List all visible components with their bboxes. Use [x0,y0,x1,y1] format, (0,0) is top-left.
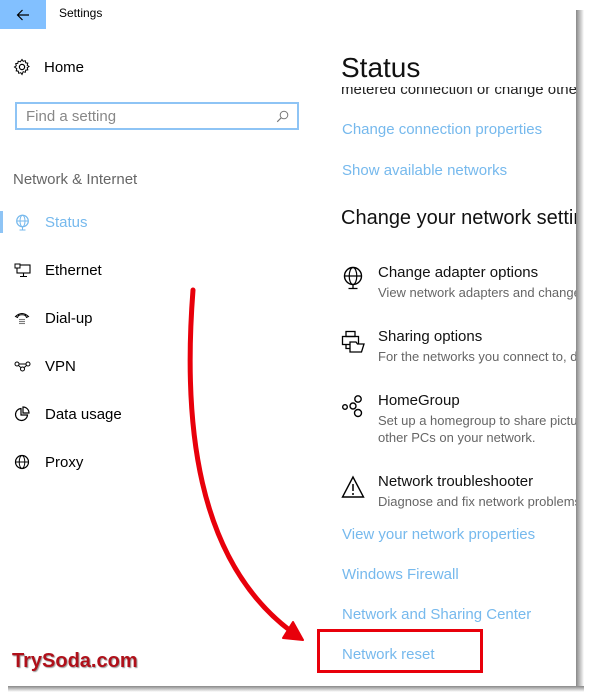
sidebar-item-label: Status [45,213,88,231]
settings-window: Settings Home Network & Internet Status … [0,0,576,686]
sidebar-item-label: Ethernet [45,261,102,279]
option-title: HomeGroup [378,392,460,409]
clipped-description: metered connection or change other [341,87,576,98]
sidebar-item-ethernet[interactable]: Ethernet [0,255,300,285]
section-label: Network & Internet [13,171,138,188]
sidebar-item-label: Data usage [45,405,122,423]
homegroup-option[interactable]: HomeGroup Set up a homegroup to share pi… [341,392,576,448]
option-title: Network troubleshooter [378,473,534,490]
warning-icon [341,475,365,498]
sidebar-item-data-usage[interactable]: Data usage [0,399,300,429]
home-label: Home [44,58,85,76]
sidebar-home[interactable]: Home [13,58,84,76]
sharing-options[interactable]: Sharing options For the networks you con… [341,328,576,368]
network-sharing-center-link[interactable]: Network and Sharing Center [342,606,531,623]
option-description: View network adapters and change connect… [378,285,576,300]
window-shadow [8,686,584,692]
title-bar: Settings [0,0,576,29]
search-input[interactable] [26,107,246,125]
printer-folder-icon [341,330,365,353]
search-box[interactable] [15,102,299,130]
network-troubleshooter[interactable]: Network troubleshooter Diagnose and fix … [341,473,576,513]
change-connection-properties-link[interactable]: Change connection properties [342,121,542,138]
sidebar-item-label: VPN [45,357,76,375]
option-title: Change adapter options [378,264,539,281]
search-icon[interactable] [276,110,289,123]
windows-firewall-link[interactable]: Windows Firewall [342,566,459,583]
ethernet-icon [13,261,31,279]
option-description: Set up a homegroup to share pictu other P… [378,413,576,445]
gear-icon [13,58,30,76]
phone-icon [13,309,31,327]
globe-monitor-icon [343,266,363,290]
sidebar-item-label: Proxy [45,453,84,471]
change-adapter-options[interactable]: Change adapter options View network adap… [341,264,576,304]
section-heading: Change your network settings [341,207,576,229]
sidebar-item-label: Dial-up [45,309,93,327]
option-description: Diagnose and fix network problems. [378,494,576,509]
sidebar-item-vpn[interactable]: VPN [0,351,300,381]
back-button[interactable] [0,0,46,29]
vpn-icon [13,357,31,375]
show-available-networks-link[interactable]: Show available networks [342,162,507,179]
sidebar-item-dial-up[interactable]: Dial-up [0,303,300,333]
sidebar-item-proxy[interactable]: Proxy [0,447,300,477]
option-description: For the networks you connect to, decide … [378,349,576,364]
sidebar-item-status[interactable]: Status [0,207,300,237]
globe-icon [13,453,31,471]
page-title: Status [341,52,421,83]
homegroup-icon [342,395,363,418]
window-title: Settings [59,6,103,20]
arrow-left-icon [16,9,29,20]
globe-monitor-icon [13,213,31,231]
view-network-properties-link[interactable]: View your network properties [342,526,535,543]
watermark: TrySoda.com [12,650,138,672]
window-shadow [576,10,584,690]
active-indicator [0,211,3,233]
pie-chart-icon [13,405,31,423]
highlight-box [317,629,483,673]
option-title: Sharing options [378,328,483,345]
